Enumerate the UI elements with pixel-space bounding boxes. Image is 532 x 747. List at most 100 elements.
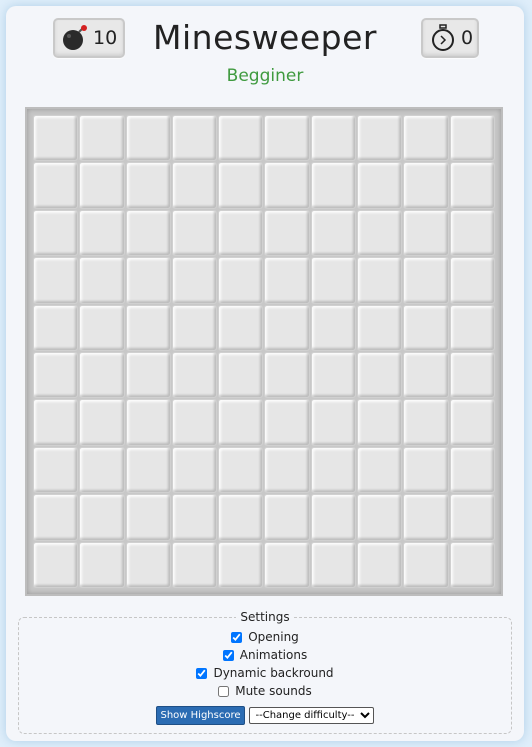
board-cell[interactable]: [357, 162, 403, 209]
board-cell[interactable]: [171, 494, 218, 541]
dynamic-background-checkbox[interactable]: [196, 667, 208, 679]
board-cell[interactable]: [218, 257, 264, 304]
board-cell[interactable]: [357, 115, 403, 162]
board-cell[interactable]: [33, 209, 79, 257]
board-cell[interactable]: [33, 352, 79, 399]
board-cell[interactable]: [310, 115, 357, 162]
board-cell[interactable]: [357, 209, 403, 257]
board-cell[interactable]: [33, 162, 79, 209]
animations-checkbox[interactable]: [222, 649, 234, 661]
board-cell[interactable]: [218, 494, 264, 541]
board-cell[interactable]: [125, 304, 171, 351]
board-cell[interactable]: [218, 399, 264, 446]
board-cell[interactable]: [310, 446, 357, 494]
board-cell[interactable]: [79, 304, 125, 351]
board-cell[interactable]: [218, 304, 264, 351]
board-cell[interactable]: [310, 494, 357, 541]
board-cell[interactable]: [449, 446, 495, 494]
option-opening[interactable]: Opening: [19, 628, 511, 646]
board-cell[interactable]: [33, 446, 79, 494]
board-cell[interactable]: [403, 494, 449, 541]
board-cell[interactable]: [79, 257, 125, 304]
board-cell[interactable]: [449, 494, 495, 541]
board-cell[interactable]: [264, 304, 310, 351]
board-cell[interactable]: [218, 209, 264, 257]
board-cell[interactable]: [264, 115, 310, 162]
board-cell[interactable]: [357, 304, 403, 351]
board-cell[interactable]: [403, 304, 449, 351]
board-cell[interactable]: [264, 209, 310, 257]
board-cell[interactable]: [449, 209, 495, 257]
board-cell[interactable]: [79, 115, 125, 162]
board-cell[interactable]: [171, 257, 218, 304]
board-cell[interactable]: [125, 494, 171, 541]
board-cell[interactable]: [310, 399, 357, 446]
board-cell[interactable]: [33, 115, 79, 162]
board-cell[interactable]: [449, 162, 495, 209]
option-dynamic-background[interactable]: Dynamic backround: [19, 664, 511, 682]
board-cell[interactable]: [79, 209, 125, 257]
board-cell[interactable]: [125, 115, 171, 162]
board-cell[interactable]: [79, 446, 125, 494]
board-cell[interactable]: [264, 399, 310, 446]
board-cell[interactable]: [264, 494, 310, 541]
board-cell[interactable]: [310, 304, 357, 351]
board-cell[interactable]: [125, 352, 171, 399]
board-cell[interactable]: [403, 352, 449, 399]
board-cell[interactable]: [310, 257, 357, 304]
board-cell[interactable]: [310, 209, 357, 257]
board-cell[interactable]: [79, 399, 125, 446]
board-cell[interactable]: [33, 541, 79, 588]
board-cell[interactable]: [79, 494, 125, 541]
board-cell[interactable]: [33, 494, 79, 541]
board-cell[interactable]: [171, 209, 218, 257]
board-cell[interactable]: [403, 115, 449, 162]
board-cell[interactable]: [79, 541, 125, 588]
board-cell[interactable]: [125, 541, 171, 588]
board-cell[interactable]: [218, 541, 264, 588]
board-cell[interactable]: [403, 162, 449, 209]
difficulty-select[interactable]: --Change difficulty--: [248, 707, 374, 724]
board-cell[interactable]: [403, 541, 449, 588]
opening-checkbox[interactable]: [231, 631, 243, 643]
board-cell[interactable]: [33, 304, 79, 351]
board-cell[interactable]: [264, 162, 310, 209]
board-cell[interactable]: [357, 494, 403, 541]
board-cell[interactable]: [171, 446, 218, 494]
board-cell[interactable]: [264, 446, 310, 494]
board-cell[interactable]: [171, 115, 218, 162]
board-cell[interactable]: [403, 257, 449, 304]
mute-sounds-checkbox[interactable]: [218, 685, 230, 697]
board-cell[interactable]: [125, 257, 171, 304]
board-cell[interactable]: [125, 209, 171, 257]
board-cell[interactable]: [449, 257, 495, 304]
board-cell[interactable]: [357, 352, 403, 399]
option-animations[interactable]: Animations: [19, 646, 511, 664]
board-cell[interactable]: [449, 304, 495, 351]
board-cell[interactable]: [264, 541, 310, 588]
board-cell[interactable]: [357, 541, 403, 588]
board-cell[interactable]: [33, 399, 79, 446]
board-cell[interactable]: [79, 162, 125, 209]
board-cell[interactable]: [264, 257, 310, 304]
show-highscore-button[interactable]: Show Highscore: [156, 706, 245, 725]
board-cell[interactable]: [218, 446, 264, 494]
board-cell[interactable]: [403, 209, 449, 257]
board-cell[interactable]: [218, 115, 264, 162]
board-cell[interactable]: [310, 162, 357, 209]
board-cell[interactable]: [125, 446, 171, 494]
board-cell[interactable]: [33, 257, 79, 304]
board-cell[interactable]: [449, 541, 495, 588]
board-cell[interactable]: [357, 257, 403, 304]
board-cell[interactable]: [310, 541, 357, 588]
board-cell[interactable]: [125, 162, 171, 209]
board-cell[interactable]: [310, 352, 357, 399]
board-cell[interactable]: [357, 446, 403, 494]
board-cell[interactable]: [171, 399, 218, 446]
board-cell[interactable]: [218, 352, 264, 399]
board-cell[interactable]: [264, 352, 310, 399]
board-cell[interactable]: [403, 399, 449, 446]
board-cell[interactable]: [125, 399, 171, 446]
option-mute-sounds[interactable]: Mute sounds: [19, 682, 511, 700]
board-cell[interactable]: [218, 162, 264, 209]
